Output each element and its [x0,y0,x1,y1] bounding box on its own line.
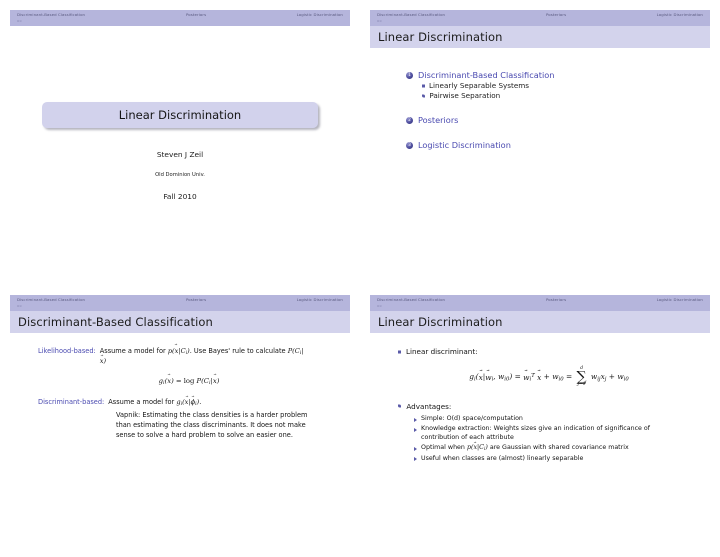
header-section-left: Discriminant-Based Classification [17,297,86,302]
presentation-title-box: Linear Discrimination [42,102,318,128]
header-section-right: Logistic Discrimination [296,12,343,17]
desc-continuation-vapnik: Vapnik: Estimating the class densities i… [116,410,308,439]
slide-1-body: Linear Discrimination Steven J Zeil Old … [10,102,350,268]
square-bullet-icon [422,84,425,88]
presentation-title: Linear Discrimination [118,108,242,122]
frame-title: Linear Discrimination [378,315,503,329]
frame-title: Discriminant-Based Classification [18,315,213,329]
header-section-left: Discriminant-Based Classification [377,297,446,302]
toc-subitem-label: Pairwise Separation [429,91,501,100]
bullet-linear-discriminant[interactable]: Linear discriminant: [398,347,700,357]
triangle-bullet-icon [414,427,417,432]
numbered-bullet-icon: 3 [406,141,413,149]
header-nav-dots[interactable]: oo [17,19,22,23]
bullet-label: Linear discriminant: [406,347,478,356]
header-section-mid: Posteriors [546,12,567,17]
header-section-left: Discriminant-Based Classification [17,12,86,17]
toc-subitems-1: Linearly Separable Systems Pairwise Sepa… [422,81,700,100]
triangle-bullet-icon [414,446,417,451]
frame-title: Linear Discrimination [378,30,503,44]
subbullet-optimal-gaussian[interactable]: Optimal when p(x|Ci) are Gaussian with s… [414,444,700,454]
header-section-mid: Posteriors [186,297,207,302]
subbullet-label: Knowledge extraction: Weights sizes give… [421,425,650,442]
presentation-institution: Old Dominion Univ. [155,172,205,178]
slide-3-header-strip: Discriminant-Based Classification Poster… [10,295,350,311]
header-nav-dots[interactable]: oo [17,304,22,308]
header-nav-dots[interactable]: oo [377,304,382,308]
desc-term-likelihood-based: Likelihood-based: [38,347,96,355]
numbered-bullet-icon: 1 [406,71,413,79]
slide-4-body: Linear discriminant: gi(x|wi, wi0) = wiT… [370,347,710,553]
slide-4-title-bar: Linear Discrimination [370,311,710,333]
numbered-bullet-icon: 2 [406,116,413,124]
toc-item-logistic-discrimination[interactable]: 3 Logistic Discrimination [406,140,700,150]
toc-group-3: 3 Logistic Discrimination [406,140,700,150]
bullet-advantages[interactable]: Advantages: [398,402,700,412]
triangle-bullet-icon [414,457,417,462]
advantages-subitems: Simple: O(d) space/computation Knowledge… [414,415,700,463]
header-section-right: Logistic Discrimination [656,297,703,302]
title-box-wrapper: Linear Discrimination [42,102,318,128]
header-nav-dots[interactable]: oo [377,19,382,23]
slide-2-title-bar: Linear Discrimination [370,26,710,48]
slide-3-discriminant-based-classification: Discriminant-Based Classification Poster… [10,295,350,553]
table-of-contents: 1 Discriminant-Based Classification Line… [406,70,700,150]
slide-2-header-strip: Discriminant-Based Classification Poster… [370,10,710,26]
header-section-mid: Posteriors [546,297,567,302]
desc-row-likelihood-based: Likelihood-based: Assume a model for p(x… [38,347,340,367]
toc-item-label: Logistic Discrimination [418,140,511,150]
toc-item-label: Discriminant-Based Classification [418,70,555,80]
slide-4-linear-discrimination: Discriminant-Based Classification Poster… [370,295,710,553]
toc-item-label: Posteriors [418,115,459,125]
subbullet-simple[interactable]: Simple: O(d) space/computation [414,415,700,424]
slide-2-outline: Discriminant-Based Classification Poster… [370,10,710,268]
desc-term-discriminant-based: Discriminant-based: [38,398,105,407]
toc-subitem-label: Linearly Separable Systems [429,81,529,90]
summation-symbol: d ∑ j=1 [576,366,587,388]
toc-group-2: 2 Posteriors [406,115,700,125]
toc-item-discriminant-based-classification[interactable]: 1 Discriminant-Based Classification [406,70,700,80]
slide-contact-sheet: Discriminant-Based Classification Poster… [0,0,720,557]
toc-group-1: 1 Discriminant-Based Classification Line… [406,70,700,100]
subbullet-knowledge-extraction[interactable]: Knowledge extraction: Weights sizes give… [414,425,700,443]
presentation-date: Fall 2010 [163,192,197,201]
toc-subitem-linearly-separable-systems[interactable]: Linearly Separable Systems [422,81,700,90]
slide-1-title-spacer [10,26,350,48]
header-section-left: Discriminant-Based Classification [377,12,446,17]
header-section-mid: Posteriors [186,12,207,17]
subbullet-label: Optimal when p(x|Ci) are Gaussian with s… [421,444,629,454]
bullet-label: Advantages: [406,401,452,411]
subbullet-linearly-separable[interactable]: Useful when classes are (almost) linearl… [414,455,700,464]
desc-definition-discriminant-based: Assume a model for gi(x|ϕi). [108,398,201,408]
equation-log-posterior: gi(x) = log P(Ci|x) [38,377,340,386]
triangle-bullet-icon [414,417,417,422]
header-section-right: Logistic Discrimination [656,12,703,17]
square-bullet-icon [398,350,401,353]
equation-linear-discriminant: gi(x|wi, wi0) = wiT x + wi0 = d∑j=1 wijx… [398,367,700,387]
presentation-author: Steven J Zeil [156,150,204,159]
diamond-bullet-icon [398,404,402,408]
description-list: Likelihood-based: Assume a model for p(x… [38,347,340,440]
slide-3-body: Likelihood-based: Assume a model for p(x… [10,347,350,553]
slide-1-title: Discriminant-Based Classification Poster… [10,10,350,268]
toc-subitem-pairwise-separation[interactable]: Pairwise Separation [422,91,700,100]
slide-3-title-bar: Discriminant-Based Classification [10,311,350,333]
slide-4-header-strip: Discriminant-Based Classification Poster… [370,295,710,311]
header-section-right: Logistic Discrimination [296,297,343,302]
bullet-list: Linear discriminant: gi(x|wi, wi0) = wiT… [398,347,700,464]
toc-item-posteriors[interactable]: 2 Posteriors [406,115,700,125]
diamond-bullet-icon [422,94,426,98]
subbullet-label: Simple: O(d) space/computation [421,415,523,423]
slide-1-header-strip: Discriminant-Based Classification Poster… [10,10,350,26]
desc-row-discriminant-based: Discriminant-based: Assume a model for g… [38,398,340,408]
subbullet-label: Useful when classes are (almost) linearl… [421,454,584,462]
slide-2-body: 1 Discriminant-Based Classification Line… [370,70,710,268]
desc-definition-likelihood-based: Assume a model for p(x|Ci). Use Bayes' r… [100,347,305,367]
